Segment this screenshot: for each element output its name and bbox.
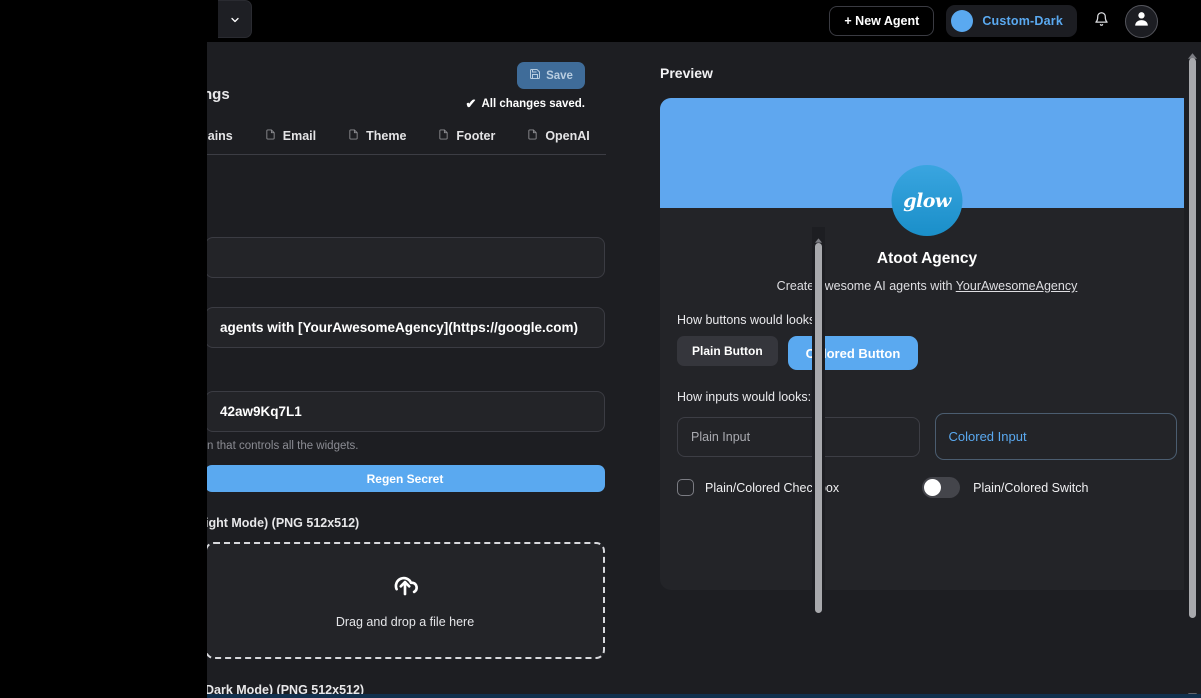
form-scrollbar-thumb[interactable]: [815, 243, 822, 613]
regen-secret-button[interactable]: Regen Secret: [207, 465, 605, 492]
tab-label: OpenAI: [545, 129, 589, 143]
preview-column: Preview glow Atoot Agency Create awesome…: [647, 42, 1201, 698]
tab-label: Theme: [366, 129, 406, 143]
page-scroll-down-arrow-icon[interactable]: [1188, 686, 1197, 692]
document-icon: [527, 128, 538, 144]
scroll-up-arrow-icon[interactable]: [815, 230, 822, 235]
preview-button-row: Plain Button Colored Button: [660, 336, 1194, 370]
document-icon: [438, 128, 449, 144]
colored-input[interactable]: Colored Input: [935, 413, 1178, 460]
theme-selector[interactable]: Custom-Dark: [946, 5, 1077, 37]
form-scrollbar[interactable]: [812, 227, 825, 698]
inputs-section-label: How inputs would looks:: [677, 390, 1194, 404]
buttons-section-label: How buttons would looks:: [677, 313, 1194, 327]
document-icon: [265, 128, 276, 144]
app-root: ngs Save ✔ All changes saved.: [0, 0, 1201, 698]
tab-label: omains: [207, 129, 233, 143]
secret-input[interactable]: 42aw9Kq7L1: [207, 391, 605, 432]
agency-logo: glow: [892, 165, 963, 236]
save-area: Save ✔ All changes saved.: [466, 62, 585, 112]
check-icon: ✔: [466, 96, 477, 112]
notifications-button[interactable]: [1089, 8, 1113, 34]
plain-input[interactable]: Plain Input: [677, 417, 920, 457]
agency-logo-text: glow: [903, 190, 951, 212]
settings-form-column: ngs Save ✔ All changes saved.: [207, 42, 621, 698]
preview-brand-name: Atoot Agency: [660, 250, 1194, 268]
light-mode-dropzone[interactable]: Drag and drop a file here: [207, 542, 605, 659]
tab-footer[interactable]: Footer: [422, 128, 511, 155]
plain-colored-checkbox[interactable]: [677, 479, 694, 496]
tab-theme[interactable]: Theme: [332, 128, 422, 155]
preview-title: Preview: [660, 65, 713, 81]
page-scrollbar-thumb[interactable]: [1189, 58, 1196, 618]
user-avatar-button[interactable]: [1125, 5, 1158, 38]
preview-tagline-link[interactable]: YourAwesomeAgency: [956, 279, 1078, 293]
plain-button[interactable]: Plain Button: [677, 336, 778, 366]
dropzone-text: Drag and drop a file here: [336, 615, 474, 629]
new-agent-button[interactable]: + New Agent: [829, 6, 934, 36]
colored-button[interactable]: Colored Button: [788, 336, 919, 370]
tagline-input[interactable]: agents with [YourAwesomeAgency](https://…: [207, 307, 605, 348]
tab-domains[interactable]: omains: [207, 128, 249, 155]
page-scrollbar[interactable]: [1184, 42, 1201, 698]
switch-label: Plain/Colored Switch: [973, 481, 1088, 495]
tab-email[interactable]: Email: [249, 128, 332, 155]
bell-icon: [1094, 11, 1109, 32]
user-avatar-icon: [1132, 9, 1151, 33]
theme-color-swatch: [951, 10, 973, 32]
light-mode-logo-label: ight Mode) (PNG 512x512): [207, 516, 605, 530]
top-bar-actions: + New Agent Custom-Dark: [829, 0, 1158, 42]
floppy-disk-icon: [529, 68, 541, 83]
tab-label: Email: [283, 129, 316, 143]
field-one-input[interactable]: [207, 237, 605, 278]
preview-tagline: Create awesome AI agents with YourAwesom…: [660, 279, 1194, 293]
preview-input-row: Plain Input Colored Input: [660, 413, 1194, 460]
preview-banner: glow: [660, 98, 1194, 208]
agency-switcher-button[interactable]: [218, 0, 252, 38]
settings-form-scroll-area: agents with [YourAwesomeAgency](https://…: [207, 210, 605, 698]
preview-control-row: Plain/Colored Checkbox Plain/Colored Swi…: [660, 477, 1194, 498]
cloud-upload-icon: [387, 573, 423, 606]
settings-page: ngs Save ✔ All changes saved.: [207, 42, 1201, 698]
save-button[interactable]: Save: [517, 62, 585, 89]
save-button-label: Save: [546, 70, 573, 82]
document-icon: [348, 128, 359, 144]
offscreen-sidebar-mask: [0, 0, 207, 698]
tab-openai[interactable]: OpenAI: [511, 128, 605, 155]
page-title: ngs: [207, 86, 230, 103]
switch-knob: [924, 479, 941, 496]
preview-card: glow Atoot Agency Create awesome AI agen…: [660, 98, 1194, 590]
saved-status: ✔ All changes saved.: [466, 96, 585, 112]
page-scroll-up-arrow-icon[interactable]: [1188, 46, 1197, 52]
saved-status-label: All changes saved.: [481, 98, 585, 110]
secret-helper-text: n that controls all the widgets.: [207, 440, 605, 452]
plain-colored-switch[interactable]: [922, 477, 960, 498]
theme-name-label: Custom-Dark: [982, 14, 1063, 28]
top-bar: + New Agent Custom-Dark: [0, 0, 1201, 42]
tab-label: Footer: [456, 129, 495, 143]
chevron-down-icon: [229, 13, 241, 25]
settings-tabs: omains Email Theme: [207, 128, 606, 155]
bottom-accent-bar: [207, 694, 1201, 698]
preview-tagline-prefix: Create awesome AI agents with: [777, 279, 956, 293]
